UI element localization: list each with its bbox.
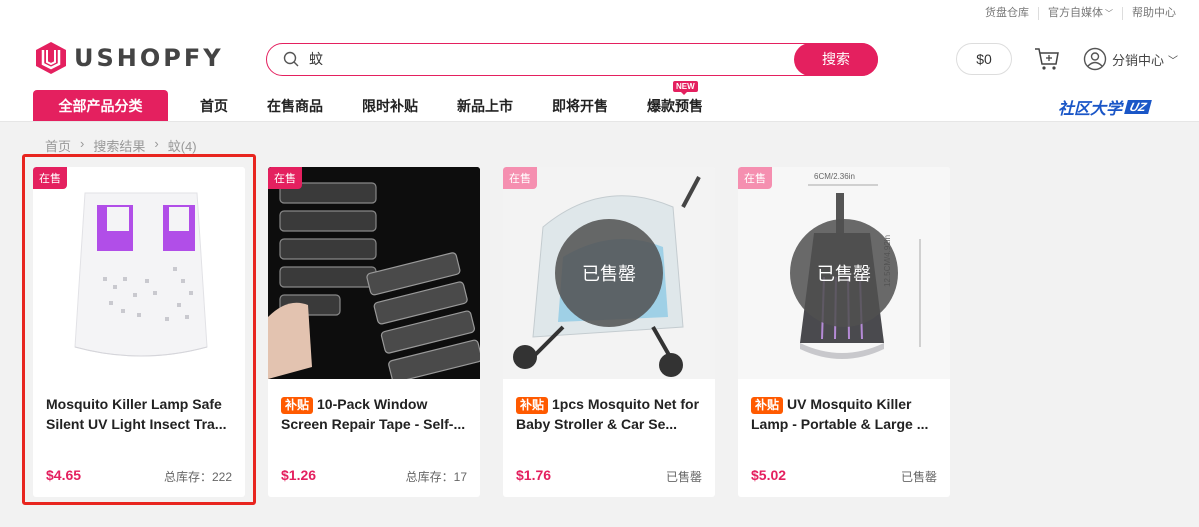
community-university-link[interactable]: 社区大学 UZ (1058, 95, 1152, 119)
link-help-center[interactable]: 帮助中心 (1122, 7, 1185, 20)
product-stock: 总库存：17 (405, 470, 467, 484)
product-image[interactable] (268, 167, 480, 379)
on-sale-tag: 在售 (503, 167, 537, 189)
user-icon (1083, 47, 1107, 71)
product-price: $1.76 (516, 467, 552, 483)
dimension-width-label: 6CM/2.36in (814, 172, 855, 181)
product-image[interactable]: 已售罄 (503, 167, 715, 379)
university-label: 社区大学 (1058, 101, 1123, 118)
on-sale-tag: 在售 (738, 167, 772, 189)
breadcrumb-current: 蚊(4) (167, 139, 197, 154)
breadcrumb-separator-icon: › (80, 136, 85, 151)
subsidy-badge: 补贴 (751, 397, 784, 414)
product-title[interactable]: 补贴 10-Pack Window Screen Repair Tape - Se… (281, 394, 469, 434)
cart-icon[interactable] (1034, 47, 1060, 71)
nav-item-new-arrivals[interactable]: 新品上市 (457, 96, 513, 116)
brand-logo-icon (36, 42, 66, 74)
product-image[interactable]: 6CM/2.36in 12.5CM/4.92in 已售罄 (738, 167, 950, 379)
breadcrumb: 首页 › 搜索结果 › 蚊(4) (45, 136, 197, 155)
product-title[interactable]: 补贴 1pcs Mosquito Net for Baby Stroller & … (516, 394, 704, 434)
product-price: $5.02 (751, 467, 787, 483)
search-input[interactable] (309, 49, 789, 69)
brand-name: USHOPFY (74, 44, 224, 72)
top-links: 货盘仓库 官方自媒体 ﹀ 帮助中心 (976, 7, 1185, 20)
nav-item-home[interactable]: 首页 (200, 96, 228, 116)
product-stock: 已售罄 (900, 470, 937, 484)
university-logo: UZ (1124, 100, 1152, 114)
product-title[interactable]: 补贴 UV Mosquito Killer Lamp - Portable & L… (751, 394, 939, 434)
chevron-down-icon: ﹀ (1168, 55, 1179, 67)
product-card[interactable]: 在售 补贴 10-Pack Window Screen Repair Tape -… (268, 167, 480, 497)
sold-out-overlay: 已售罄 (790, 219, 898, 327)
search-box: 搜索 (266, 42, 878, 76)
link-warehouse[interactable]: 货盘仓库 (976, 7, 1038, 20)
nav-item-presale[interactable]: 爆款预售 NEW (647, 80, 703, 116)
all-categories-button[interactable]: 全部产品分类 (33, 90, 168, 121)
product-card[interactable]: 6CM/2.36in 12.5CM/4.92in 已售罄 在售 补贴UV Mos… (738, 167, 950, 497)
main-nav: 全部产品分类 首页 在售商品 限时补贴 新品上市 即将开售 爆款预售 NEW (33, 80, 703, 121)
search-button[interactable]: 搜索 (794, 42, 878, 76)
top-utility-bar: 货盘仓库 官方自媒体 ﹀ 帮助中心 (0, 0, 1199, 28)
balance-button[interactable]: $0 (956, 43, 1012, 75)
on-sale-tag: 在售 (268, 167, 302, 189)
product-stock: 已售罄 (665, 470, 702, 484)
nav-item-coming-soon[interactable]: 即将开售 (552, 96, 608, 116)
nav-item-on-sale[interactable]: 在售商品 (267, 96, 323, 116)
product-card[interactable]: 已售罄 在售 补贴 1pcs Mosquito Net for Baby Stro… (503, 167, 715, 497)
subsidy-badge: 补贴 (516, 397, 549, 414)
selection-highlight (22, 154, 256, 505)
nav-item-presale-label: 爆款预售 (647, 97, 703, 114)
distribution-center-label: 分销中心 (1112, 52, 1165, 68)
sold-out-overlay: 已售罄 (555, 219, 663, 327)
breadcrumb-home[interactable]: 首页 (45, 136, 71, 155)
window-screen-tape-image (268, 167, 480, 379)
breadcrumb-search-results[interactable]: 搜索结果 (93, 136, 145, 155)
distribution-center-menu[interactable]: 分销中心 ﹀ (1083, 47, 1178, 71)
search-icon (283, 51, 299, 67)
product-price: $1.26 (281, 467, 317, 483)
chevron-down-icon: ﹀ (1105, 9, 1113, 18)
new-badge: NEW (673, 80, 698, 95)
link-official-media-label: 官方自媒体 (1048, 7, 1103, 19)
subsidy-badge: 补贴 (281, 397, 314, 414)
link-official-media[interactable]: 官方自媒体 ﹀ (1038, 7, 1122, 20)
site-header: USHOPFY 搜索 $0 分销中心 ﹀ 全部产品分类 首页 在售商品 限时补贴… (0, 28, 1199, 122)
brand-logo[interactable]: USHOPFY (34, 41, 224, 75)
breadcrumb-separator-icon: › (154, 136, 159, 151)
nav-item-flash-subsidy[interactable]: 限时补贴 (362, 96, 418, 116)
